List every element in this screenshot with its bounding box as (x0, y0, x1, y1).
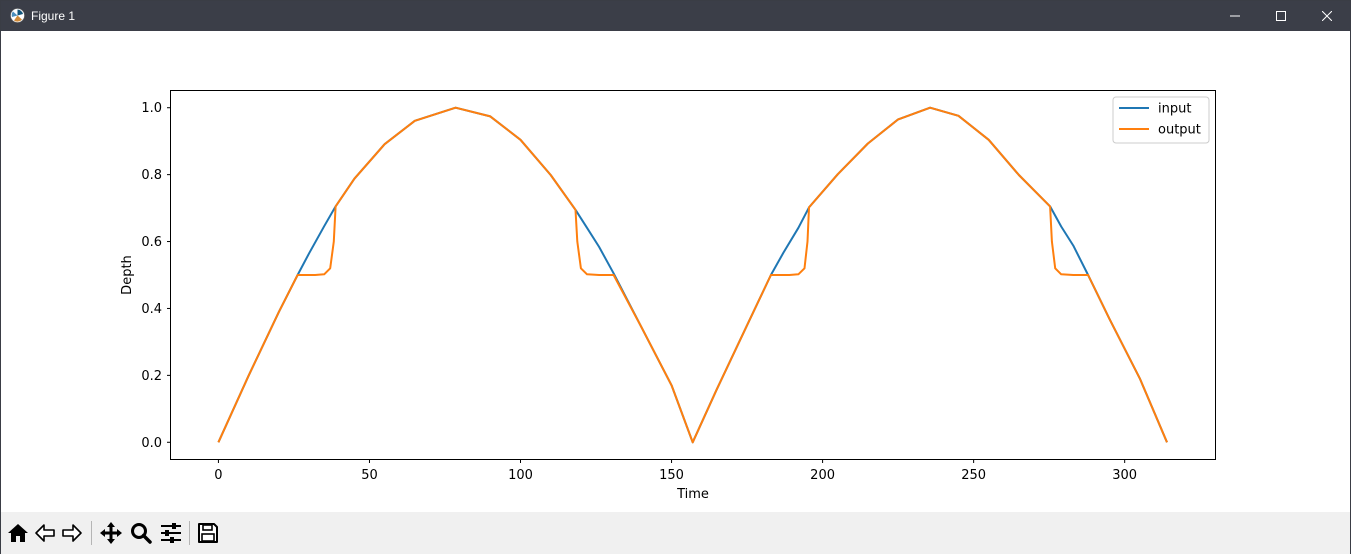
back-arrow-icon (35, 524, 55, 542)
title-bar[interactable]: Figure 1 (1, 1, 1350, 31)
figure-window: Figure 1 0 50 100 150 200 250 300 0.0 0.2 0.4 0.6 0… (0, 0, 1351, 554)
close-button[interactable] (1304, 1, 1350, 31)
save-button[interactable] (195, 520, 221, 546)
x-tick-label: 50 (361, 468, 378, 483)
forward-arrow-icon (62, 524, 82, 542)
pan-icon (100, 522, 122, 544)
close-icon (1322, 11, 1332, 21)
y-tick-label: 0.6 (141, 235, 162, 250)
back-button[interactable] (32, 520, 58, 546)
zoom-button[interactable] (128, 520, 154, 546)
maximize-icon (1276, 11, 1286, 21)
legend: input output (1112, 96, 1210, 144)
configure-subplots-button[interactable] (158, 520, 184, 546)
x-tick-label: 100 (508, 468, 533, 483)
y-tick-label: 1.0 (141, 101, 162, 116)
configure-subplots-icon (161, 523, 181, 543)
y-tick-label: 0.2 (141, 369, 162, 384)
x-axis-label: Time (676, 487, 709, 502)
legend-input-label: input (1158, 102, 1191, 117)
zoom-icon (131, 523, 152, 544)
toolbar-separator (189, 521, 190, 545)
minimize-icon (1230, 15, 1240, 17)
navigation-toolbar (1, 512, 1350, 554)
y-tick-label: 0.8 (141, 168, 162, 183)
x-tick-label: 150 (659, 468, 684, 483)
y-tick-label: 0.0 (141, 436, 162, 451)
y-tick-label: 0.4 (141, 302, 162, 317)
line-chart[interactable]: 0 50 100 150 200 250 300 0.0 0.2 0.4 0.6 0.8 1.0 inp… (1, 31, 1350, 511)
legend-output-label: output (1158, 123, 1201, 138)
figure-canvas[interactable]: 0 50 100 150 200 250 300 0.0 0.2 0.4 0.6 0.8 1.0 inp… (1, 31, 1350, 511)
minimize-button[interactable] (1212, 1, 1258, 31)
forward-button[interactable] (59, 520, 85, 546)
maximize-button[interactable] (1258, 1, 1304, 31)
toolbar-separator (91, 521, 92, 545)
x-tick-label: 250 (961, 468, 986, 483)
home-icon (8, 524, 28, 542)
x-tick-label: 0 (214, 468, 222, 483)
series-line-output (217, 106, 1168, 444)
pan-button[interactable] (98, 520, 124, 546)
series-line-input (217, 106, 1168, 444)
x-tick-label: 300 (1112, 468, 1137, 483)
app-icon (10, 8, 25, 23)
save-icon (198, 523, 218, 543)
x-tick-label: 200 (810, 468, 835, 483)
axes-frame (170, 90, 1216, 460)
home-button[interactable] (5, 520, 31, 546)
y-axis-label: Depth (120, 255, 135, 295)
window-title: Figure 1 (31, 9, 76, 23)
